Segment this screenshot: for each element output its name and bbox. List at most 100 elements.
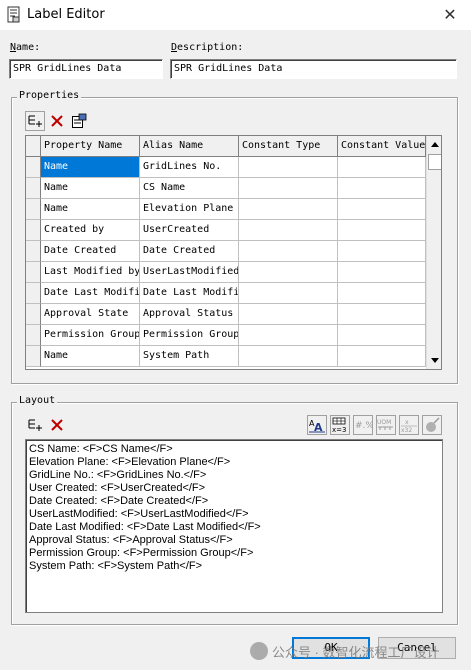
cell-property-name[interactable]: Approval State [41, 304, 140, 325]
grid-corner [26, 136, 41, 157]
row-selector[interactable] [26, 241, 41, 262]
cell-alias-name[interactable]: Permission Group [140, 325, 239, 346]
description-input[interactable]: SPR GridLines Data [170, 59, 457, 79]
cell-constant-value[interactable] [338, 346, 426, 367]
clear-format-button[interactable] [422, 415, 442, 435]
layout-line: System Path: <F>System Path</F> [29, 560, 203, 572]
cell-constant-type[interactable] [239, 346, 338, 367]
cell-constant-value[interactable] [338, 178, 426, 199]
table-row[interactable]: Approval State Approval Status [26, 304, 426, 325]
close-button[interactable]: ✕ [436, 4, 464, 26]
layout-line: Permission Group: <F>Permission Group</F… [29, 547, 254, 559]
cell-constant-type[interactable] [239, 262, 338, 283]
table-row[interactable]: Name System Path [26, 346, 426, 367]
window-title: Label Editor [27, 7, 105, 22]
cell-alias-name[interactable]: UserLastModified [140, 262, 239, 283]
uom-button[interactable]: UOM [376, 415, 396, 435]
column-header-constant-type[interactable]: Constant Type [239, 136, 338, 157]
layout-line: CS Name: <F>CS Name</F> [29, 443, 173, 455]
table-row[interactable]: Date Last Modified Date Last Modified [26, 283, 426, 304]
cell-alias-name[interactable]: Date Created [140, 241, 239, 262]
cell-alias-name[interactable]: UserCreated [140, 220, 239, 241]
cell-constant-value[interactable] [338, 157, 426, 178]
cell-property-name[interactable]: Last Modified by [41, 262, 140, 283]
cell-property-name[interactable]: Name [41, 157, 140, 178]
layout-text-area[interactable]: CS Name: <F>CS Name</F> Elevation Plane:… [25, 439, 443, 613]
add-layout-field-button[interactable] [25, 415, 45, 435]
layout-line: Date Created: <F>Date Created</F> [29, 495, 209, 507]
table-row[interactable]: Permission Group Permission Group [26, 325, 426, 346]
row-selector[interactable] [26, 304, 41, 325]
cell-constant-value[interactable] [338, 241, 426, 262]
table-row[interactable]: Name Elevation Plane [26, 199, 426, 220]
add-property-button[interactable] [25, 111, 45, 131]
table-row[interactable]: Date Created Date Created [26, 241, 426, 262]
layout-line: Date Last Modified: <F>Date Last Modifie… [29, 521, 261, 533]
column-header-alias-name[interactable]: Alias Name [140, 136, 239, 157]
table-row[interactable]: Name CS Name [26, 178, 426, 199]
property-picker-button[interactable] [69, 111, 89, 131]
table-row[interactable]: Last Modified by UserLastModified [26, 262, 426, 283]
scroll-up-arrow-icon [431, 142, 439, 147]
row-selector[interactable] [26, 178, 41, 199]
row-selector[interactable] [26, 262, 41, 283]
cell-constant-type[interactable] [239, 283, 338, 304]
number-format-button[interactable]: x=3 [330, 415, 350, 435]
cell-constant-value[interactable] [338, 283, 426, 304]
column-header-constant-value[interactable]: Constant Value [338, 136, 426, 157]
cell-constant-value[interactable] [338, 199, 426, 220]
properties-grid[interactable]: Property Name Alias Name Constant Type C… [25, 135, 442, 370]
layout-line: UserLastModified: <F>UserLastModified</F… [29, 508, 249, 520]
delete-property-button[interactable] [47, 111, 67, 131]
row-selector[interactable] [26, 325, 41, 346]
name-input[interactable]: SPR GridLines Data [9, 59, 163, 79]
font-button[interactable]: A A [307, 415, 327, 435]
cell-alias-name[interactable]: Approval Status [140, 304, 239, 325]
uom-icon: UOM [377, 419, 393, 430]
cell-constant-value[interactable] [338, 262, 426, 283]
grid-vertical-scrollbar[interactable] [426, 136, 441, 369]
delete-x-icon [51, 419, 63, 431]
cell-alias-name[interactable]: GridLines No. [140, 157, 239, 178]
svg-text:x: x [405, 419, 409, 426]
column-header-property-name[interactable]: Property Name [41, 136, 140, 157]
cell-property-name[interactable]: Permission Group [41, 325, 140, 346]
cell-constant-type[interactable] [239, 220, 338, 241]
cell-alias-name[interactable]: CS Name [140, 178, 239, 199]
scroll-up-button[interactable] [427, 136, 441, 153]
cell-constant-type[interactable] [239, 199, 338, 220]
format-button[interactable]: x x32 [399, 415, 419, 435]
cell-constant-type[interactable] [239, 304, 338, 325]
delete-x-icon [51, 115, 63, 127]
hash-format-button[interactable]: #.% [353, 415, 373, 435]
cell-constant-type[interactable] [239, 241, 338, 262]
hash-format-icon: #.% [355, 421, 372, 431]
row-selector[interactable] [26, 346, 41, 367]
table-row[interactable]: Name GridLines No. [26, 157, 426, 178]
scroll-thumb[interactable] [428, 154, 441, 170]
cell-constant-value[interactable] [338, 325, 426, 346]
cell-constant-value[interactable] [338, 304, 426, 325]
cell-property-name[interactable]: Name [41, 178, 140, 199]
row-selector[interactable] [26, 199, 41, 220]
cell-constant-value[interactable] [338, 220, 426, 241]
cell-property-name[interactable]: Name [41, 346, 140, 367]
cell-alias-name[interactable]: Date Last Modified [140, 283, 239, 304]
scroll-down-button[interactable] [427, 352, 441, 369]
font-icon: A A [309, 419, 325, 433]
cell-property-name[interactable]: Date Created [41, 241, 140, 262]
cell-property-name[interactable]: Name [41, 199, 140, 220]
cell-constant-type[interactable] [239, 325, 338, 346]
cell-alias-name[interactable]: System Path [140, 346, 239, 367]
row-selector[interactable] [26, 283, 41, 304]
cell-constant-type[interactable] [239, 178, 338, 199]
cell-constant-type[interactable] [239, 157, 338, 178]
cell-property-name[interactable]: Date Last Modified [41, 283, 140, 304]
svg-text:x=3: x=3 [332, 426, 346, 433]
cell-alias-name[interactable]: Elevation Plane [140, 199, 239, 220]
cell-property-name[interactable]: Created by [41, 220, 140, 241]
delete-layout-field-button[interactable] [47, 415, 67, 435]
table-row[interactable]: Created by UserCreated [26, 220, 426, 241]
row-selector[interactable] [26, 157, 41, 178]
row-selector[interactable] [26, 220, 41, 241]
